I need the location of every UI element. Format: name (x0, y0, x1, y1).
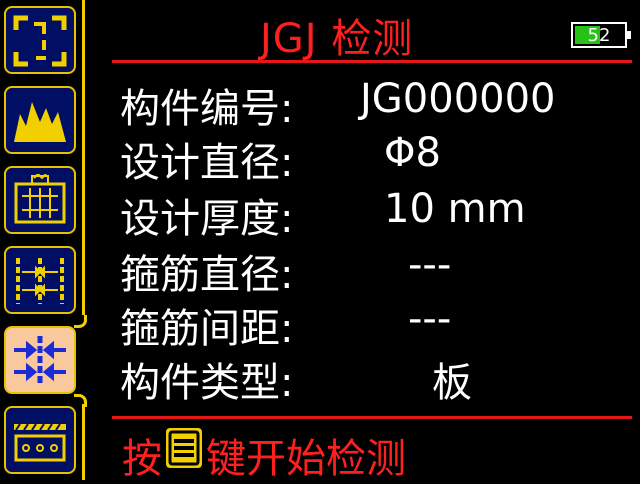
field-label: 设计直径: (120, 140, 294, 186)
arrows-inward-icon (14, 336, 66, 386)
header-divider (112, 60, 632, 63)
sidebar-item-frame[interactable] (4, 6, 76, 74)
field-label: 构件类型: (120, 360, 294, 406)
sidebar-divider-top (82, 0, 85, 315)
hint-suffix: 键开始检测 (206, 436, 406, 482)
field-row-design-diameter: 设计直径: Φ8 (120, 130, 630, 186)
grid-mesh-icon (14, 174, 66, 224)
field-row-stirrup-spacing: 箍筋间距: --- (120, 296, 630, 352)
battery-percent: 52 (587, 25, 611, 46)
hint-prefix: 按 (122, 436, 162, 482)
field-label: 箍筋间距: (120, 306, 294, 352)
sidebar-item-mesh[interactable] (4, 166, 76, 234)
menu-key-icon (166, 428, 202, 468)
field-value: JG000000 (360, 76, 556, 122)
rebar-spacing-icon (16, 258, 64, 304)
field-value: 板 (432, 360, 472, 406)
field-row-stirrup-diameter: 箍筋直径: --- (120, 242, 630, 298)
page-title: JGJ 检测 (260, 16, 414, 62)
start-detection-hint: 按 键开始检测 (122, 426, 406, 482)
field-label: 设计厚度: (120, 196, 294, 242)
field-label: 箍筋直径: (120, 252, 294, 298)
sidebar-item-slab[interactable] (4, 406, 76, 474)
battery-tip (627, 31, 631, 39)
field-row-member-id: 构件编号: JG000000 (120, 76, 630, 132)
field-row-design-thickness: 设计厚度: 10 mm (120, 186, 630, 242)
sidebar-divider-hook-bottom (74, 394, 87, 407)
sidebar-item-detect[interactable] (4, 326, 76, 394)
mountain-peaks-icon (14, 102, 66, 142)
field-value: Φ8 (384, 130, 441, 176)
field-value: --- (408, 242, 452, 288)
bracket-frame-icon (13, 15, 67, 67)
sidebar-item-spacing[interactable] (4, 246, 76, 314)
field-row-member-type: 构件类型: 板 (120, 350, 630, 406)
slab-layer-icon (14, 423, 66, 462)
sidebar-divider-hook-top (74, 315, 87, 328)
field-value: --- (408, 296, 452, 342)
sidebar (0, 0, 90, 480)
footer-divider (112, 416, 632, 419)
battery-indicator: 52 (571, 22, 631, 48)
sidebar-item-peaks[interactable] (4, 86, 76, 154)
field-value: 10 mm (384, 186, 526, 232)
field-label: 构件编号: (120, 86, 294, 132)
sidebar-divider-bottom (82, 404, 85, 480)
